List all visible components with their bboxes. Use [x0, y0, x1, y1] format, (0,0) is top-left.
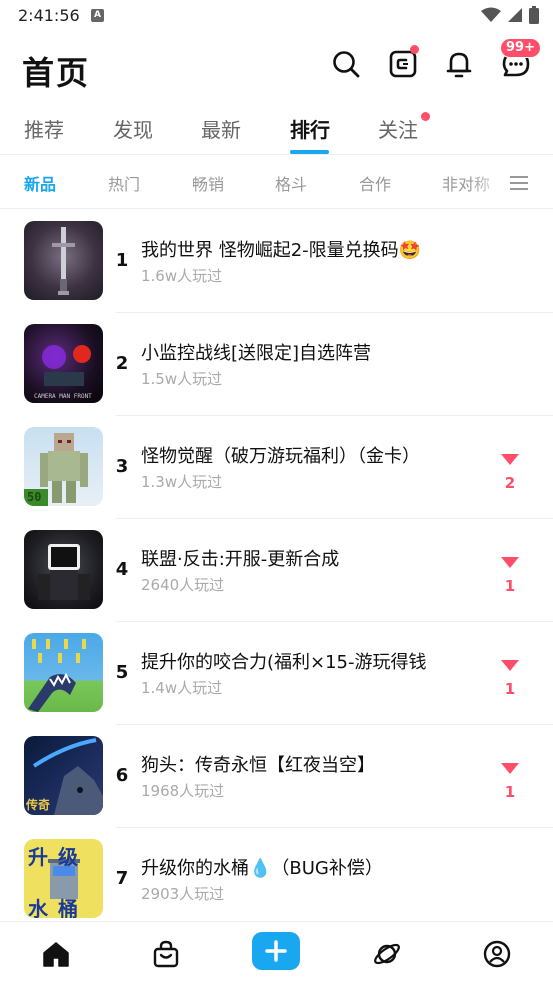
list-item[interactable]: 50 3 怪物觉醒（破万游玩福利）（金卡） 1.3w人玩过 2: [0, 416, 553, 519]
header: 首页 99+: [0, 32, 553, 100]
subtab-hot[interactable]: 热门: [108, 171, 140, 195]
list-item[interactable]: 1 我的世界 怪物崛起2-限量兑换码🤩 1.6w人玩过: [0, 210, 553, 313]
rank-number: 4: [115, 559, 129, 580]
game-thumbnail: [24, 221, 103, 300]
tab-ranking[interactable]: 排行: [290, 114, 330, 143]
shopping-bag-icon: [153, 940, 179, 968]
game-title: 小监控战线[送限定]自选阵营: [141, 343, 372, 364]
profile-icon: [483, 940, 511, 968]
game-title: 怪物觉醒（破万游玩福利）（金卡）: [141, 446, 420, 467]
thumbnail-caption: 50: [27, 490, 42, 504]
rank-change: 1: [496, 557, 524, 599]
game-thumbnail: 升级 水桶: [24, 839, 103, 918]
subtab-fighting[interactable]: 格斗: [275, 171, 307, 195]
game-thumbnail: [24, 633, 103, 712]
search-button[interactable]: [328, 46, 364, 82]
status-time: 2:41:56: [18, 6, 80, 25]
play-count: 1.6w人玩过: [141, 267, 223, 285]
rank-down-icon: [501, 557, 519, 568]
list-item[interactable]: CAMERA MAN FRONT 2 小监控战线[送限定]自选阵营 1.5w人玩…: [0, 313, 553, 416]
plus-icon: [265, 940, 287, 962]
status-bar: 2:41:56 A: [0, 0, 553, 32]
rank-number: 2: [115, 353, 129, 374]
wifi-icon: [481, 7, 501, 22]
subtab-coop[interactable]: 合作: [359, 171, 391, 195]
wallet-notification-dot: [410, 45, 419, 54]
nav-explore[interactable]: [367, 934, 407, 974]
thumbnail-caption: 升级: [28, 845, 88, 869]
thumbnail-caption: CAMERA MAN FRONT: [34, 393, 92, 400]
rank-number: 3: [115, 456, 129, 477]
tv-robot-icon: [38, 544, 90, 600]
nav-home[interactable]: [36, 934, 76, 974]
play-count: 2640人玩过: [141, 576, 225, 594]
status-a-icon: A: [91, 9, 104, 22]
bell-icon: [446, 52, 472, 78]
game-thumbnail: [24, 530, 103, 609]
create-button[interactable]: [252, 932, 300, 970]
rank-down-icon: [501, 660, 519, 671]
play-count: 1968人玩过: [141, 782, 225, 800]
game-title: 我的世界 怪物崛起2-限量兑换码🤩: [141, 240, 422, 261]
battery-icon: [529, 6, 539, 24]
list-item[interactable]: 4 联盟·反击:开服-更新合成 2640人玩过 1: [0, 519, 553, 622]
search-icon: [333, 51, 360, 78]
status-indicators: [481, 6, 539, 24]
subtab-new[interactable]: 新品: [24, 171, 56, 195]
tab-discover[interactable]: 发现: [113, 114, 153, 143]
home-icon: [43, 942, 69, 967]
notifications-button[interactable]: [441, 46, 477, 82]
menu-icon[interactable]: [508, 172, 530, 194]
rank-down-icon: [501, 763, 519, 774]
planet-icon: [374, 943, 400, 965]
rank-down-icon: [501, 454, 519, 465]
rank-number: 7: [115, 868, 129, 889]
divider: [0, 208, 553, 209]
bite-creature-icon: [28, 639, 86, 712]
play-count: 1.5w人玩过: [141, 370, 223, 388]
rank-change: 1: [496, 763, 524, 805]
game-thumbnail: 传奇: [24, 736, 103, 815]
nav-store[interactable]: [146, 934, 186, 974]
play-count: 1.3w人玩过: [141, 473, 223, 491]
bottom-nav: [0, 921, 553, 984]
game-thumbnail: CAMERA MAN FRONT: [24, 324, 103, 403]
nav-profile[interactable]: [477, 934, 517, 974]
wallet-button[interactable]: [385, 45, 421, 82]
play-count: 2903人玩过: [141, 885, 225, 903]
page-title: 首页: [22, 54, 91, 92]
rank-change: 2: [496, 454, 524, 496]
signal-icon: [508, 8, 522, 22]
rank-change: 1: [496, 660, 524, 702]
thumbnail-caption: 水桶: [28, 897, 88, 918]
thumbnail-caption: 传奇: [26, 798, 51, 812]
following-notification-dot: [421, 112, 430, 121]
tab-recommend[interactable]: 推荐: [24, 114, 64, 143]
tab-following[interactable]: 关注: [378, 114, 418, 143]
camera-robot-icon: [42, 345, 91, 386]
subtab-bestselling[interactable]: 畅销: [192, 171, 224, 195]
rank-number: 6: [115, 765, 129, 786]
list-item[interactable]: 5 提升你的咬合力(福利×15-游玩得钱 1.4w人玩过 1: [0, 622, 553, 725]
tab-latest[interactable]: 最新: [201, 114, 241, 143]
play-count: 1.4w人玩过: [141, 679, 223, 697]
game-thumbnail: 50: [24, 427, 103, 506]
list-item[interactable]: 升级 水桶 7 升级你的水桶💧（BUG补偿） 2903人玩过: [0, 828, 553, 931]
rank-change-value: 1: [504, 680, 516, 698]
game-title: 提升你的咬合力(福利×15-游玩得钱: [141, 652, 427, 673]
game-title: 联盟·反击:开服-更新合成: [141, 549, 340, 570]
game-title: 狗头：传奇永恒【红夜当空】: [141, 755, 375, 776]
sub-tabs: 新品 热门 畅销 格斗 合作 非对称: [0, 155, 553, 209]
rank-change-value: 2: [504, 474, 516, 492]
list-item[interactable]: 传奇 6 狗头：传奇永恒【红夜当空】 1968人玩过 1: [0, 725, 553, 828]
rank-number: 5: [115, 662, 129, 683]
messages-badge: 99+: [500, 38, 541, 58]
game-title: 升级你的水桶💧（BUG补偿）: [141, 858, 383, 879]
rank-number: 1: [115, 250, 129, 271]
rank-change-value: 1: [504, 577, 516, 595]
rank-change-value: 1: [504, 783, 516, 801]
main-tabs: 推荐 发现 最新 排行 关注: [0, 100, 553, 154]
sword-icon: [52, 227, 75, 295]
